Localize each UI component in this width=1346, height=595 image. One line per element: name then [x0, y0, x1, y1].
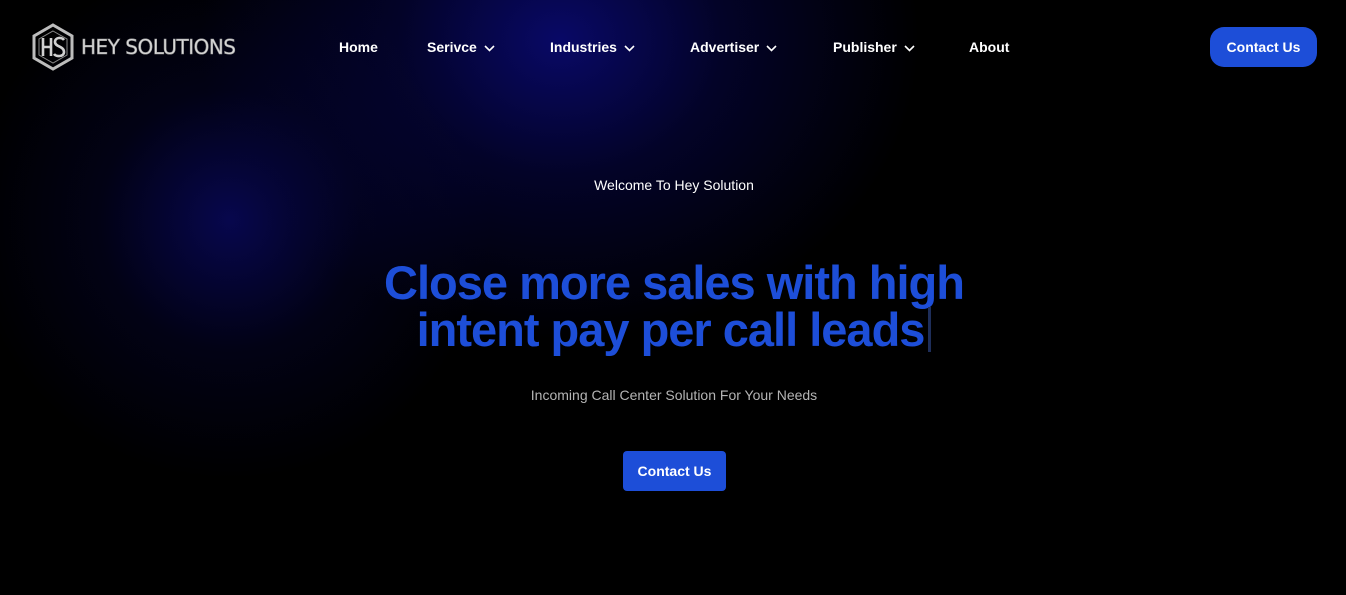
chevron-down-icon [766, 44, 777, 52]
chevron-down-icon [904, 44, 915, 52]
hero-headline-line1: Close more sales with high [384, 256, 965, 309]
nav-about[interactable]: About [969, 39, 1009, 55]
header-contact-button[interactable]: Contact Us [1210, 27, 1317, 67]
site-header: HEY SOLUTIONS Home Serivce Industries Ad… [0, 0, 1346, 95]
hero-welcome: Welcome To Hey Solution [594, 177, 754, 193]
nav-service-label: Serivce [427, 39, 477, 55]
nav-publisher-label: Publisher [833, 39, 897, 55]
nav-advertiser[interactable]: Advertiser [690, 39, 777, 55]
hero-contact-button[interactable]: Contact Us [623, 451, 726, 491]
nav-about-label: About [969, 39, 1010, 55]
hero-headline-line2: intent pay per call leads [416, 303, 926, 356]
hero-subtitle: Incoming Call Center Solution For Your N… [530, 387, 818, 403]
hs-hexagon-logo-icon [32, 23, 74, 71]
brand-logo[interactable]: HEY SOLUTIONS [31, 23, 236, 71]
nav-home[interactable]: Home [339, 39, 378, 55]
hero-headline: Close more sales with high intent pay pe… [0, 259, 1346, 353]
nav-home-label: Home [339, 39, 378, 55]
nav-publisher[interactable]: Publisher [833, 39, 915, 55]
brand-name: HEY SOLUTIONS [81, 35, 237, 60]
chevron-down-icon [624, 44, 635, 52]
nav-industries-label: Industries [550, 39, 617, 55]
nav-advertiser-label: Advertiser [690, 39, 760, 55]
typing-caret [928, 307, 932, 352]
nav-service[interactable]: Serivce [427, 39, 495, 55]
nav-industries[interactable]: Industries [550, 39, 635, 55]
chevron-down-icon [484, 44, 495, 52]
